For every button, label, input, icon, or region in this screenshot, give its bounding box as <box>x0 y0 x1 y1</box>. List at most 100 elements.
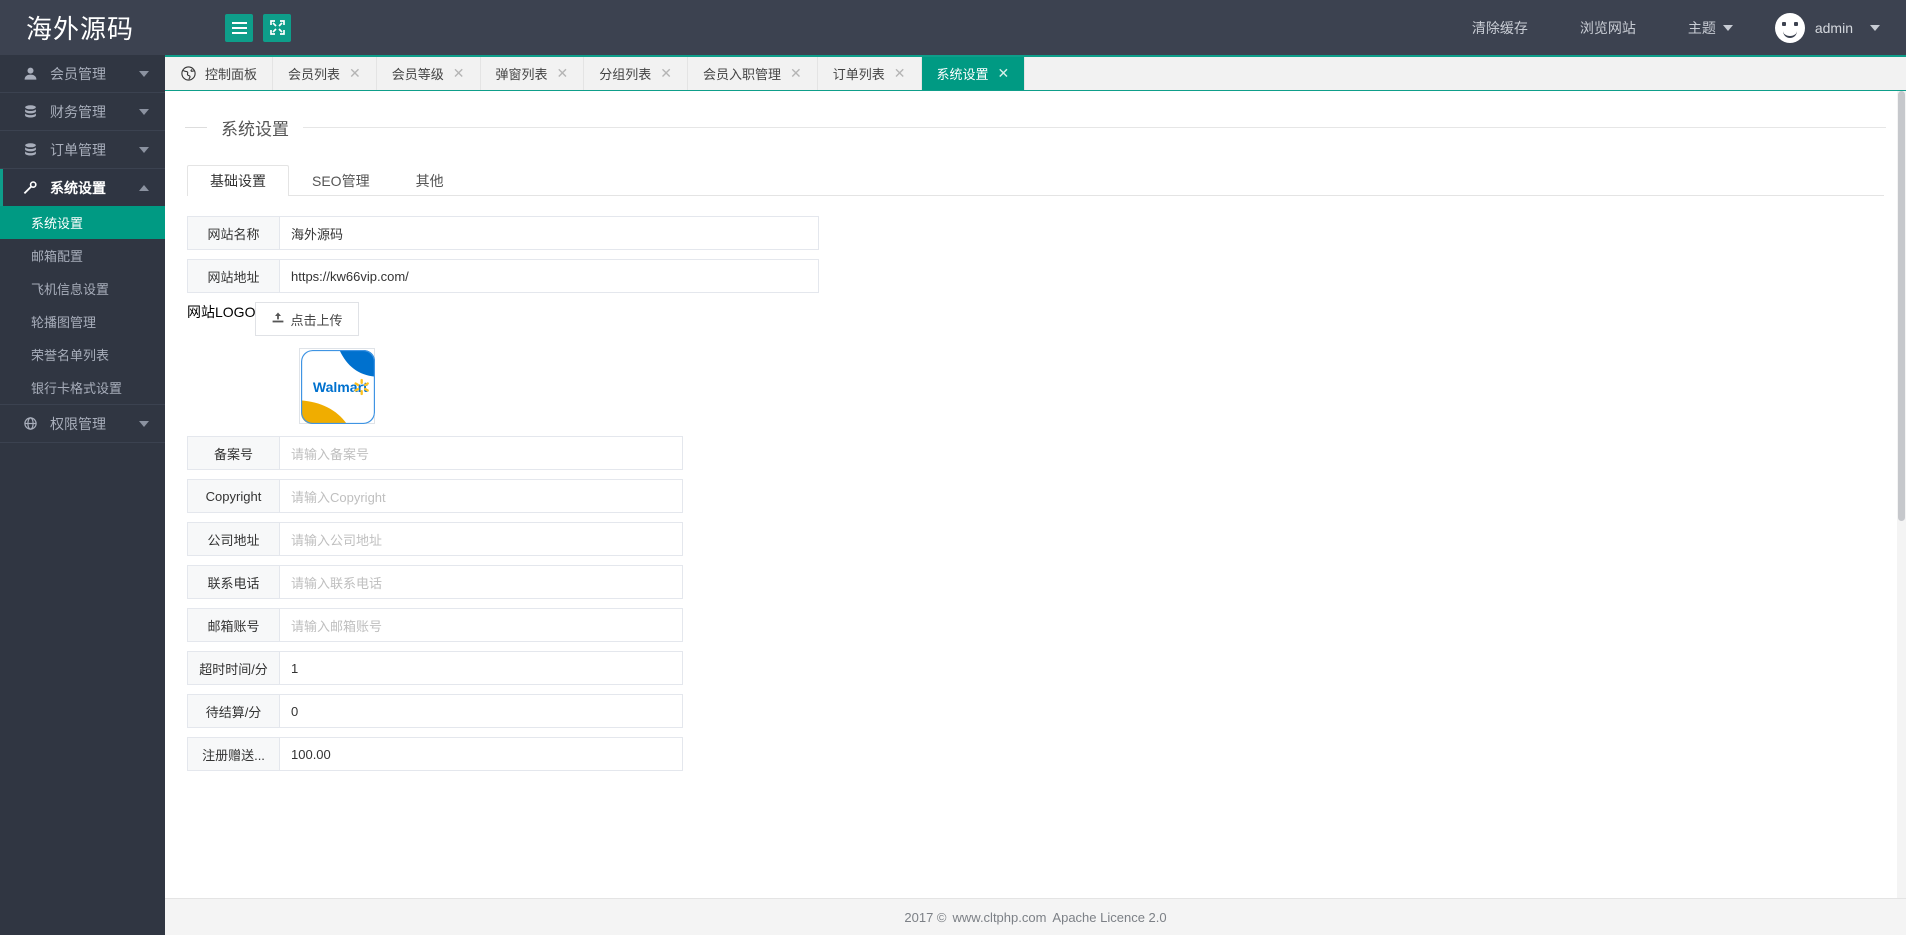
sidebar-subitem-label: 系统设置 <box>31 216 84 231</box>
form-row-icp: 备案号 请输入备案号 <box>187 436 1906 470</box>
sidebar-item-label: 会员管理 <box>50 65 106 82</box>
brand-logo[interactable]: 海外源码 <box>0 0 200 55</box>
sidebar-subitem-honor-list[interactable]: 荣誉名单列表 <box>0 338 165 371</box>
wrench-icon <box>22 180 38 195</box>
sidebar-subitem-label: 荣誉名单列表 <box>31 348 110 363</box>
admin-app: 海外源码 清除缓存 浏览网站 主题 admin 会员管理 财务管理 订单管理 系… <box>0 0 1906 935</box>
upload-icon <box>272 312 284 327</box>
tab-member-onboarding[interactable]: 会员入职管理 ✕ <box>688 57 818 90</box>
sidebar-item-label: 订单管理 <box>50 141 106 158</box>
sidebar-subitem-email-config[interactable]: 邮箱配置 <box>0 239 165 272</box>
icp-input[interactable]: 请输入备案号 <box>279 436 683 470</box>
register-bonus-input[interactable]: 100.00 <box>279 737 683 771</box>
sidebar-subitem-plane-info[interactable]: 飞机信息设置 <box>0 272 165 305</box>
sidebar-item-orders[interactable]: 订单管理 <box>0 131 165 168</box>
footer-licence: Apache Licence 2.0 <box>1052 909 1167 925</box>
subtab-other[interactable]: 其他 <box>393 165 467 196</box>
fullscreen-button[interactable] <box>263 13 291 42</box>
main-area: 控制面板 会员列表 ✕ 会员等级 ✕ 弹窗列表 ✕ 分组列表 ✕ 会员入职管理 … <box>165 55 1906 935</box>
top-header: 海外源码 清除缓存 浏览网站 主题 admin <box>0 0 1906 55</box>
title-dash <box>185 126 207 128</box>
upload-logo-button[interactable]: 点击上传 <box>255 302 360 336</box>
sidebar-subitem-label: 邮箱配置 <box>31 249 84 264</box>
sidebar-subitem-system-settings[interactable]: 系统设置 <box>0 206 165 239</box>
tab-label: 控制面板 <box>205 67 258 82</box>
chevron-down-icon <box>139 108 149 115</box>
sidebar-toggle-button[interactable] <box>225 13 253 42</box>
tab-close-icon[interactable]: ✕ <box>998 67 1010 81</box>
form-row-email-account: 邮箱账号 请输入邮箱账号 <box>187 608 1906 642</box>
user-name: admin <box>1814 19 1853 36</box>
tab-member-level[interactable]: 会员等级 ✕ <box>376 57 481 90</box>
tab-system-settings[interactable]: 系统设置 ✕ <box>921 57 1026 90</box>
tab-group-list[interactable]: 分组列表 ✕ <box>584 57 689 90</box>
site-logo-preview[interactable]: Walmart <box>299 348 375 424</box>
content-scrollbar[interactable] <box>1897 91 1906 935</box>
subtab-seo-management[interactable]: SEO管理 <box>289 165 393 196</box>
tab-close-icon[interactable]: ✕ <box>660 67 672 81</box>
tab-close-icon[interactable]: ✕ <box>453 67 465 81</box>
tab-close-icon[interactable]: ✕ <box>349 67 361 81</box>
form-row-copyright: Copyright 请输入Copyright <box>187 479 1906 513</box>
timeout-input[interactable]: 1 <box>279 651 683 685</box>
footer-year: 2017 © <box>904 909 947 925</box>
sidebar: 会员管理 财务管理 订单管理 系统设置 系统设置 邮箱配置 飞机信息设置 轮播图… <box>0 55 165 935</box>
sidebar-item-members[interactable]: 会员管理 <box>0 55 165 92</box>
globe-icon <box>22 417 38 430</box>
form-row-company-address: 公司地址 请输入公司地址 <box>187 522 1906 556</box>
tab-close-icon[interactable]: ✕ <box>557 67 569 81</box>
field-label: 备案号 <box>187 436 279 470</box>
copyright-input[interactable]: 请输入Copyright <box>279 479 683 513</box>
sidebar-item-label: 系统设置 <box>50 179 106 196</box>
form-row-timeout: 超时时间/分 1 <box>187 651 1906 685</box>
chevron-down-icon <box>139 420 149 427</box>
field-label: 注册赠送... <box>187 737 279 771</box>
header-link-label: 浏览网站 <box>1579 19 1636 36</box>
tab-dashboard[interactable]: 控制面板 <box>165 57 274 90</box>
field-label: 邮箱账号 <box>187 608 279 642</box>
form-row-site-logo: 网站LOGO 点击上传 <box>187 302 1906 336</box>
sidebar-subitem-bankcard-format[interactable]: 银行卡格式设置 <box>0 371 165 404</box>
scrollbar-thumb[interactable] <box>1898 91 1905 521</box>
sidebar-item-system-settings[interactable]: 系统设置 <box>0 169 165 206</box>
tab-order-list[interactable]: 订单列表 ✕ <box>817 57 922 90</box>
sidebar-subitem-label: 银行卡格式设置 <box>31 381 123 396</box>
header-link-label: 主题 <box>1687 19 1716 36</box>
site-url-input[interactable]: https://kw66vip.com/ <box>279 259 819 293</box>
sidebar-subitem-carousel[interactable]: 轮播图管理 <box>0 305 165 338</box>
sidebar-item-permissions[interactable]: 权限管理 <box>0 405 165 442</box>
header-link-theme[interactable]: 主题 <box>1662 0 1759 55</box>
content-panel: 系统设置 基础设置 SEO管理 其他 网站名称 海外源码 网站地址 https:… <box>165 91 1906 935</box>
header-right: 清除缓存 浏览网站 主题 admin <box>1446 0 1906 55</box>
tab-member-list[interactable]: 会员列表 ✕ <box>273 57 377 90</box>
tab-close-icon[interactable]: ✕ <box>894 67 906 81</box>
field-label: 网站名称 <box>187 216 279 250</box>
header-link-browse-site[interactable]: 浏览网站 <box>1554 0 1662 55</box>
subtab-basic-settings[interactable]: 基础设置 <box>187 165 289 196</box>
tab-close-icon[interactable]: ✕ <box>790 67 802 81</box>
hamburger-icon <box>231 21 247 34</box>
page-title: 系统设置 <box>221 119 289 139</box>
sidebar-item-label: 财务管理 <box>50 103 106 120</box>
user-menu[interactable]: admin <box>1759 12 1880 43</box>
tab-label: 会员列表 <box>288 67 341 82</box>
subtab-label: 基础设置 <box>210 173 266 189</box>
divider <box>0 442 165 443</box>
email-account-input[interactable]: 请输入邮箱账号 <box>279 608 683 642</box>
sidebar-item-finance[interactable]: 财务管理 <box>0 93 165 130</box>
contact-phone-input[interactable]: 请输入联系电话 <box>279 565 683 599</box>
form-row-site-name: 网站名称 海外源码 <box>187 216 1906 250</box>
company-address-input[interactable]: 请输入公司地址 <box>279 522 683 556</box>
settings-form: 网站名称 海外源码 网站地址 https://kw66vip.com/ 网站LO… <box>187 216 1906 771</box>
chevron-down-icon <box>139 70 149 77</box>
field-label: Copyright <box>187 479 279 513</box>
tab-label: 会员等级 <box>391 67 444 82</box>
pending-settlement-input[interactable]: 0 <box>279 694 683 728</box>
tab-popup-list[interactable]: 弹窗列表 ✕ <box>480 57 585 90</box>
tab-label: 订单列表 <box>832 67 885 82</box>
header-link-clear-cache[interactable]: 清除缓存 <box>1446 0 1554 55</box>
subtab-label: SEO管理 <box>312 173 370 189</box>
form-row-site-url: 网站地址 https://kw66vip.com/ <box>187 259 1906 293</box>
page-title-row: 系统设置 <box>185 113 1886 141</box>
site-name-input[interactable]: 海外源码 <box>279 216 819 250</box>
